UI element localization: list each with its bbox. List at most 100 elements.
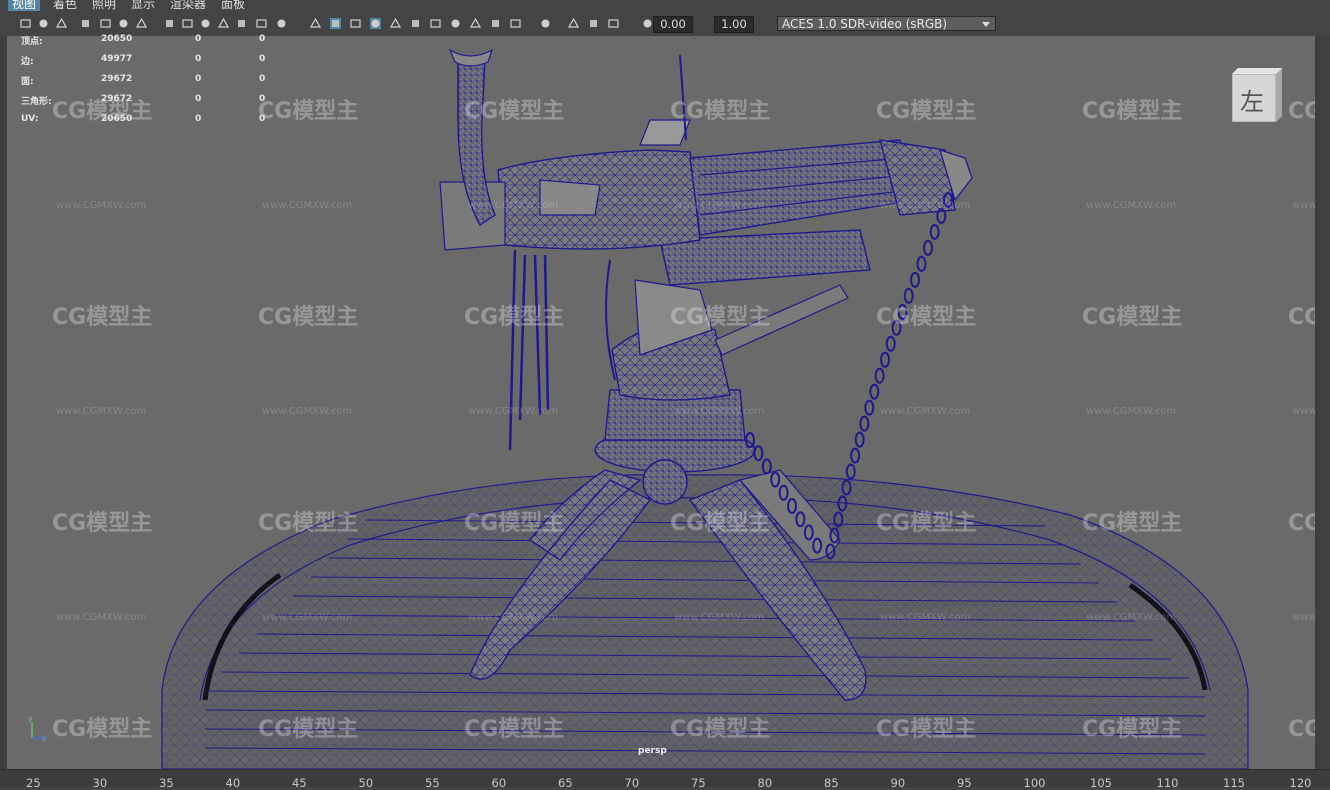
gamma-field[interactable]: 1.00: [714, 16, 754, 33]
timeline-tick-label: 40: [225, 776, 241, 790]
watermark-logo: CG模型主: [1288, 99, 1315, 124]
watermark-url: www.CGMXW.com: [468, 200, 558, 211]
gamma-icon[interactable]: [608, 18, 619, 29]
watermark-logo: CG模型主: [464, 305, 564, 330]
xray-joints-icon[interactable]: [568, 18, 579, 29]
menu-panels[interactable]: 面板: [221, 0, 245, 11]
watermark-logo: CG模型主: [1082, 305, 1182, 330]
axis-gizmo: y z: [26, 714, 56, 744]
hud-label: 三角形:: [21, 97, 52, 107]
textured-icon[interactable]: [370, 18, 381, 29]
time-slider[interactable]: 25 30 35 40 45 50 55 60 65 70 75 80 85 90 95 100 105 110 1…: [0, 769, 1330, 790]
chain-link: [869, 383, 880, 400]
xray-icon[interactable]: [510, 18, 521, 29]
anti-aliasing-icon[interactable]: [470, 18, 481, 29]
watermark-url: www.CGMXW.com: [262, 612, 352, 623]
hud-row-faces: 面: 29672 0 0: [14, 74, 284, 94]
timeline-tick-label: 115: [1223, 776, 1245, 790]
menu-lighting[interactable]: 照明: [92, 0, 116, 11]
resolution-gate-icon[interactable]: [182, 18, 193, 29]
use-all-lights-icon[interactable]: [390, 18, 401, 29]
ambient-occlusion-icon[interactable]: [430, 18, 441, 29]
watermark-logo: CG模型主: [258, 305, 358, 330]
menu-renderer[interactable]: 渲染器: [170, 0, 206, 11]
hud-value: 0: [259, 34, 266, 44]
timeline-tick-label: 100: [1023, 776, 1046, 790]
chain-link: [903, 287, 914, 304]
grease-pencil-icon[interactable]: [118, 18, 129, 29]
watermark-logo: CG模型主: [1288, 511, 1315, 536]
chain-link: [929, 223, 940, 240]
watermark-url: www.CGMXW.com: [674, 406, 764, 417]
watermark-logo: CG模型主: [670, 305, 770, 330]
chain-link: [864, 399, 875, 416]
field-chart-icon[interactable]: [218, 18, 229, 29]
hud-value: 0: [259, 54, 266, 64]
isolate-select-icon[interactable]: [490, 18, 501, 29]
wireframe-icon[interactable]: [276, 18, 287, 29]
safe-title-icon[interactable]: [256, 18, 267, 29]
watermark-logo: CG模型主: [464, 511, 564, 536]
hud-value: 0: [259, 114, 266, 124]
timeline-tick-label: 75: [691, 776, 706, 790]
smooth-shade-icon[interactable]: [310, 18, 321, 29]
shadows-icon[interactable]: [410, 18, 421, 29]
view-cube[interactable]: 左: [1231, 68, 1282, 123]
wireframe-scene[interactable]: CG模型主 CG模型主 CG模型主 CG模型主 CG模型主 CG模型主 CG模型主 CG模型主…: [7, 36, 1315, 769]
two-d-pan-zoom-icon[interactable]: [100, 18, 111, 29]
camera-attributes-icon[interactable]: [38, 18, 49, 29]
safe-action-icon[interactable]: [236, 18, 247, 29]
timeline-tick-label: 50: [358, 776, 374, 790]
hud-row-uvs: UV: 20650 0 0: [14, 114, 284, 134]
timeline-tick-label: 85: [824, 776, 839, 790]
xray-active-components-icon[interactable]: [540, 18, 551, 29]
chevron-down-icon[interactable]: [982, 22, 990, 27]
color-management-icon[interactable]: [642, 18, 653, 29]
watermark-url: www.CGMXW.com: [880, 200, 970, 211]
bookmark-icon[interactable]: [56, 18, 67, 29]
watermark-logo: CG模型主: [876, 717, 976, 742]
menu-show[interactable]: 显示: [131, 0, 155, 11]
watermark-url: www.CGMXW.com: [56, 612, 146, 623]
menu-view[interactable]: 视图: [8, 0, 41, 11]
watermark-logo: CG模型主: [258, 511, 358, 536]
default-material-icon[interactable]: [330, 18, 341, 29]
exposure-icon[interactable]: [588, 18, 599, 29]
axis-z-label: z: [42, 734, 47, 743]
film-gate-icon[interactable]: [164, 18, 175, 29]
watermark-url: www.CGMXW.com: [1086, 200, 1176, 211]
view-cube-face-label: 左: [1240, 88, 1264, 116]
wireframe-on-shaded-icon[interactable]: [350, 18, 361, 29]
grid-icon[interactable]: [136, 18, 147, 29]
hud-value: 0: [195, 94, 202, 104]
watermark-url: www.CGMXW.com: [56, 406, 146, 417]
camera-name-label: persp: [638, 746, 667, 756]
watermark-url: www.CGMXW.com: [674, 200, 764, 211]
watermark-url: www.CGMXW.com: [674, 612, 764, 623]
watermark-url: www.CGMXW.com: [262, 200, 352, 211]
timeline-tick-label: 105: [1090, 776, 1112, 790]
watermark-url: www.CGMXW.com: [468, 612, 558, 623]
menu-shading[interactable]: 着色: [53, 0, 77, 11]
chain-link: [880, 351, 891, 368]
exposure-field[interactable]: 0.00: [653, 16, 693, 33]
view-transform-dropdown[interactable]: ACES 1.0 SDR-video (sRGB): [777, 16, 996, 31]
camera-icon[interactable]: [20, 18, 31, 29]
poly-count-hud: 顶点: 20650 0 0 边: 49977 0 0 面: 29672 0 0 …: [14, 34, 284, 134]
watermark-logo: CG模型主: [52, 717, 152, 742]
gate-mask-icon[interactable]: [200, 18, 211, 29]
hud-value: 0: [195, 114, 202, 124]
timeline-tick-label: 95: [957, 776, 972, 790]
watermark-logo: CG模型主: [1082, 511, 1182, 536]
timeline-tick-label: 110: [1156, 776, 1179, 790]
timeline-tick-label: 35: [159, 776, 174, 790]
chain-link: [916, 255, 927, 272]
watermark-logo: CG模型主: [876, 305, 976, 330]
chain-link: [885, 335, 896, 352]
chain-link: [859, 415, 870, 432]
image-plane-icon[interactable]: [80, 18, 91, 29]
watermark-logo: CG模型主: [1288, 717, 1315, 742]
motion-blur-icon[interactable]: [450, 18, 461, 29]
perspective-viewport[interactable]: CG模型主 CG模型主 CG模型主 CG模型主 CG模型主 CG模型主 CG模型主 CG模型主…: [7, 36, 1315, 769]
watermark-logo: CG模型主: [52, 305, 152, 330]
